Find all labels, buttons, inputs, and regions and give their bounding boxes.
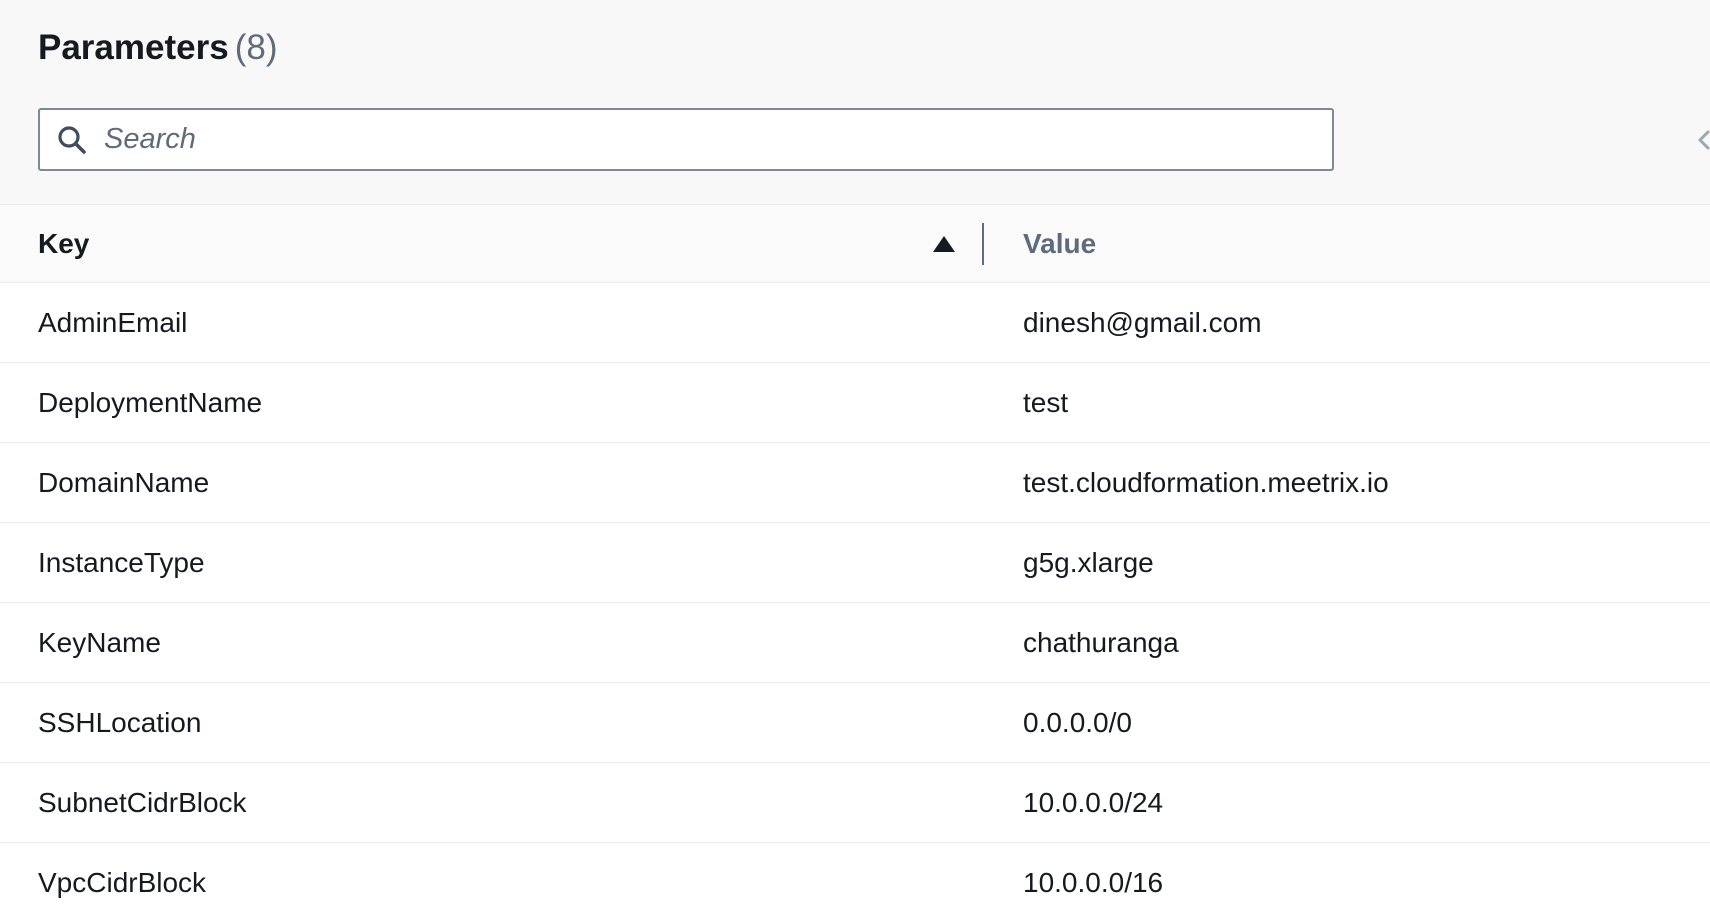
table-row: AdminEmail dinesh@gmail.com [0,283,1710,363]
row-value: g5g.xlarge [1023,547,1154,578]
row-value: dinesh@gmail.com [1023,307,1262,338]
table-header: Key Value [0,205,1710,283]
search-input[interactable] [104,110,1314,169]
table-row: SubnetCidrBlock 10.0.0.0/24 [0,763,1710,843]
row-value: 10.0.0.0/16 [1023,867,1164,898]
row-value: chathuranga [1023,627,1179,658]
table-row: KeyName chathuranga [0,603,1710,683]
row-value: test.cloudformation.meetrix.io [1023,467,1389,498]
row-key: InstanceType [38,547,205,578]
parameter-count: (8) [234,28,278,67]
column-resizer[interactable] [982,223,984,265]
row-key: SSHLocation [38,707,202,738]
table-row: SSHLocation 0.0.0.0/0 [0,683,1710,763]
search-box[interactable] [38,108,1334,171]
table-row: InstanceType g5g.xlarge [0,523,1710,603]
table-row: DeploymentName test [0,363,1710,443]
row-value: 10.0.0.0/24 [1023,787,1164,818]
chevron-left-icon[interactable] [1696,128,1710,152]
column-header-value[interactable]: Value [1023,205,1096,283]
parameters-header: Parameters (8) [0,0,1710,205]
page-title: Parameters (8) [38,28,277,68]
parameters-table: Key Value AdminEmail dinesh@gmail.com De… [0,205,1710,923]
row-key: DomainName [38,467,210,498]
row-key: AdminEmail [38,307,188,338]
search-icon [58,126,86,154]
title-text: Parameters [38,28,229,67]
row-key: VpcCidrBlock [38,867,207,898]
table-row: DomainName test.cloudformation.meetrix.i… [0,443,1710,523]
table-body: AdminEmail dinesh@gmail.com DeploymentNa… [0,283,1710,923]
column-header-key[interactable]: Key [38,205,89,283]
row-key: SubnetCidrBlock [38,787,247,818]
row-value: test [1023,387,1069,418]
sort-ascending-icon[interactable] [932,235,956,253]
row-value: 0.0.0.0/0 [1023,707,1132,738]
row-key: KeyName [38,627,161,658]
row-key: DeploymentName [38,387,263,418]
table-row: VpcCidrBlock 10.0.0.0/16 [0,843,1710,923]
